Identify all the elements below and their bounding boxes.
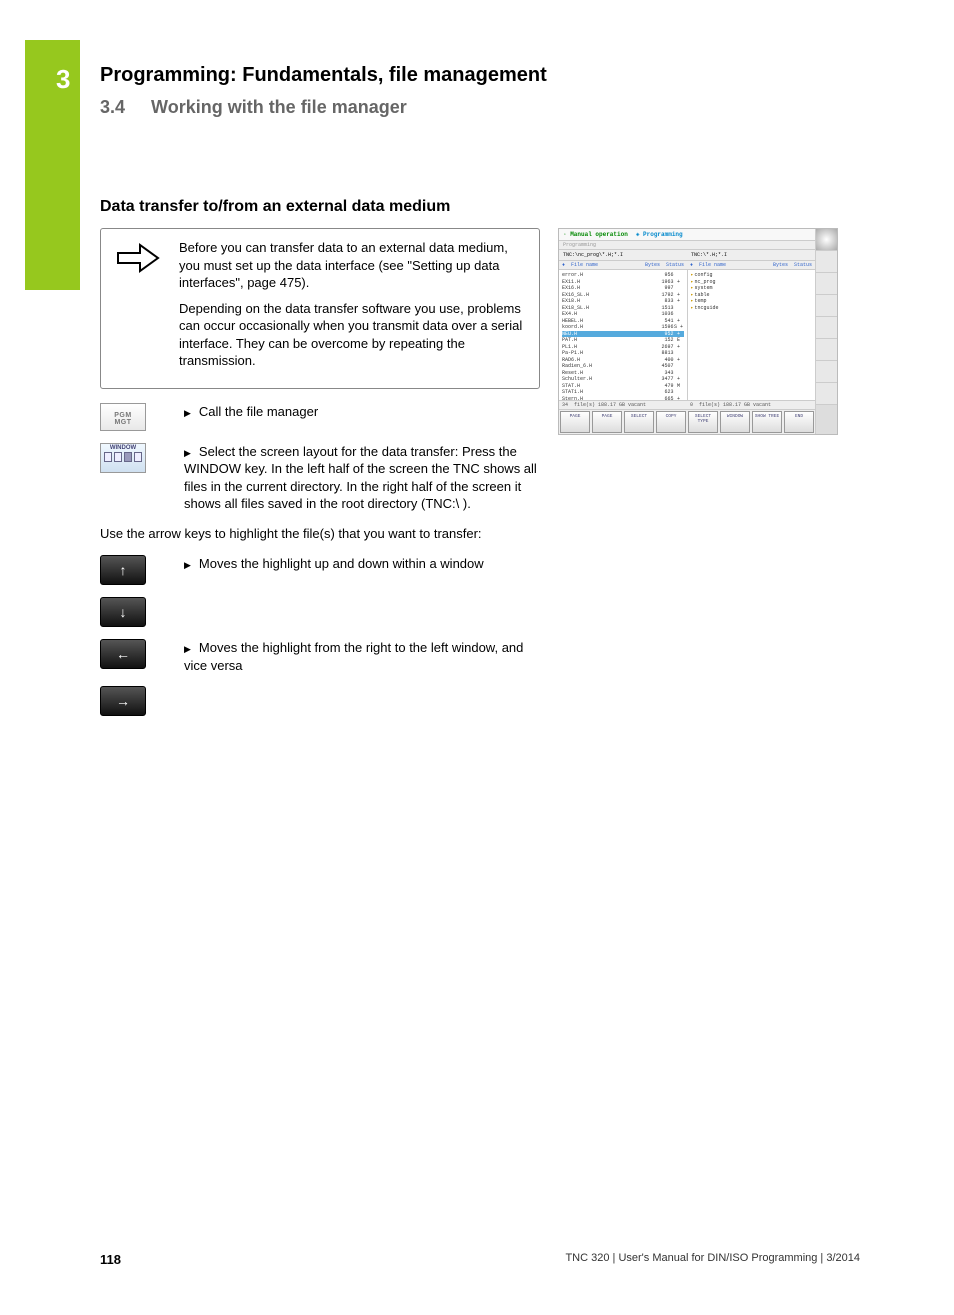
chapter-tab: [25, 40, 80, 290]
page-number: 118: [100, 1252, 121, 1267]
ss-path-right: TNC:\*.H;*.I: [687, 250, 815, 260]
ss-mode-right: ◈ Programming: [632, 229, 687, 240]
footer-text: TNC 320 | User's Manual for DIN/ISO Prog…: [565, 1252, 860, 1267]
ss-softkey-row: PAGEPAGESELECTCOPYSELECT TYPEWINDOWSHOW …: [559, 409, 815, 434]
softkey[interactable]: WINDOW: [720, 411, 750, 433]
info-box: Before you can transfer data to an exter…: [100, 228, 540, 389]
file-manager-screenshot: ◦ Manual operation ◈ Programming Program…: [558, 228, 838, 435]
section-heading: 3.4 Working with the file manager: [100, 97, 860, 118]
subsection-title: Data transfer to/from an external data m…: [100, 198, 860, 216]
ss-sidebar: [815, 229, 837, 434]
softkey[interactable]: PAGE: [592, 411, 622, 433]
section-name: Working with the file manager: [151, 97, 407, 117]
chapter-number: 3: [56, 64, 70, 95]
chapter-title: Programming: Fundamentals, file manageme…: [100, 64, 860, 87]
ss-right-pane: confignc_progsystemtabletemptncguide: [688, 270, 816, 400]
pgm-mgt-key[interactable]: PGMMGT: [100, 403, 146, 431]
ss-status-right: 0 file(s) 188.17 GB vacant: [687, 401, 815, 409]
gear-icon: [816, 229, 837, 251]
softkey[interactable]: SELECT TYPE: [688, 411, 718, 433]
arrow-down-key[interactable]: ↓: [100, 597, 146, 627]
ss-submode: Programming: [559, 241, 815, 250]
ss-status-left: 34 file(s) 188.17 GB vacant: [559, 401, 687, 409]
arrow-left-key[interactable]: ←: [100, 639, 146, 669]
window-key[interactable]: WINDOW: [100, 443, 146, 473]
softkey[interactable]: SELECT: [624, 411, 654, 433]
ss-mode-left: ◦ Manual operation: [559, 229, 632, 240]
info-paragraph-1: Before you can transfer data to an exter…: [179, 239, 527, 292]
arrow-right-icon: [113, 239, 163, 378]
ss-left-pane: error.H956EX11.H1963+EX16.H997EX16_SL.H1…: [559, 270, 688, 400]
arrow-up-key[interactable]: ↑: [100, 555, 146, 585]
step-move-leftright: Moves the highlight from the right to th…: [184, 639, 540, 674]
softkey[interactable]: END: [784, 411, 814, 433]
arrow-right-key[interactable]: →: [100, 686, 146, 716]
ss-path-left: TNC:\nc_prog\*.H;*.I: [559, 250, 687, 260]
page-content: Programming: Fundamentals, file manageme…: [100, 64, 860, 728]
softkey[interactable]: SHOW TREE: [752, 411, 782, 433]
info-paragraph-2: Depending on the data transfer software …: [179, 300, 527, 370]
step-select-layout: Select the screen layout for the data tr…: [184, 443, 540, 513]
step-call-file-manager: Call the file manager: [184, 403, 540, 421]
softkey[interactable]: COPY: [656, 411, 686, 433]
intertext: Use the arrow keys to highlight the file…: [100, 525, 540, 543]
step-move-updown: Moves the highlight up and down within a…: [184, 555, 540, 573]
section-number: 3.4: [100, 97, 125, 117]
softkey[interactable]: PAGE: [560, 411, 590, 433]
page-footer: 118 TNC 320 | User's Manual for DIN/ISO …: [100, 1252, 860, 1267]
